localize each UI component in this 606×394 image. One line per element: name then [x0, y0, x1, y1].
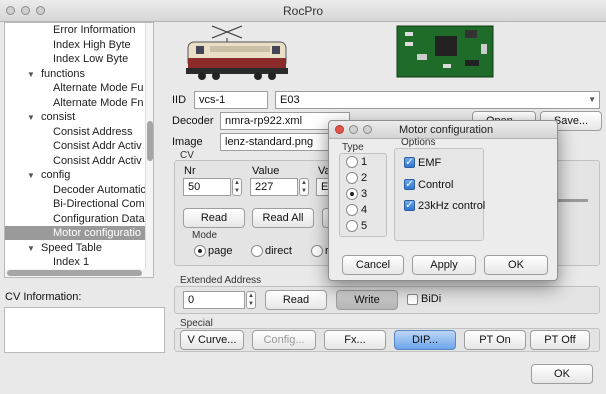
dialog-minimize-icon[interactable] — [349, 125, 358, 134]
type-2-radio[interactable] — [346, 172, 358, 184]
image-label: Image — [172, 136, 203, 148]
type-5-radio[interactable] — [346, 220, 358, 232]
emf-checkbox[interactable]: ✓ — [404, 157, 415, 168]
tree-horizontal-scrollbar[interactable] — [5, 269, 147, 277]
23khz-control-checkbox[interactable]: ✓ — [404, 200, 415, 211]
tree-item[interactable]: config — [41, 168, 70, 182]
v-curve-button[interactable]: V Curve... — [180, 330, 244, 350]
tree-item[interactable]: Alternate Mode Fn — [53, 96, 144, 110]
nr-stepper[interactable]: ▲ ▼ — [232, 178, 242, 196]
cv-tree[interactable]: Error Information Index High Byte Index Lo… — [4, 22, 154, 278]
mode-page-radio[interactable] — [194, 245, 206, 257]
type-5-label: 5 — [361, 220, 368, 232]
window-title: RocPro — [282, 4, 323, 18]
nr-field[interactable]: 50 — [183, 178, 231, 196]
tree-item[interactable]: Speed Table — [41, 241, 102, 255]
cv-read-button[interactable]: Read — [183, 208, 245, 228]
disclosure-triangle-icon[interactable]: ▼ — [27, 171, 35, 180]
extended-address-field[interactable]: 0 — [183, 291, 245, 309]
tree-item[interactable]: Configuration Data — [53, 212, 145, 226]
tree-item[interactable]: Bi-Directional Com — [53, 197, 145, 211]
tree-item[interactable]: Decoder Automatic — [53, 183, 146, 197]
mode-direct-label: direct — [265, 245, 292, 257]
fx-button[interactable]: Fx... — [324, 330, 386, 350]
cv-read-all-button[interactable]: Read All — [252, 208, 314, 228]
loco-select-value: E03 — [280, 94, 300, 106]
cv-information-label: CV Information: — [5, 291, 82, 303]
value-label: Value — [252, 165, 280, 177]
dialog-cancel-button[interactable]: Cancel — [342, 255, 404, 275]
pt-on-button[interactable]: PT On — [464, 330, 526, 350]
dialog-zoom-icon[interactable] — [363, 125, 372, 134]
loco-photo — [182, 24, 292, 84]
type-label: Type — [342, 142, 364, 153]
dialog-title: Motor configuration — [399, 124, 494, 136]
tree-item-selected[interactable]: Motor configuratio — [5, 226, 149, 240]
extended-read-button[interactable]: Read — [265, 290, 327, 310]
23khz-control-label: 23kHz control — [418, 200, 486, 212]
decoder-photo — [395, 24, 495, 79]
main-ok-button[interactable]: OK — [531, 364, 593, 384]
iid-label: IID — [172, 94, 187, 106]
dialog-title-bar: Motor configuration — [329, 121, 557, 139]
extended-address-stepper[interactable]: ▲ ▼ — [246, 291, 256, 309]
tree-vertical-scrollbar[interactable] — [145, 23, 153, 277]
tree-item[interactable]: Error Information — [53, 23, 136, 37]
tree-item[interactable]: Consist Addr Activ — [53, 154, 142, 168]
type-2-label: 2 — [361, 172, 368, 184]
control-checkbox[interactable]: ✓ — [404, 179, 415, 190]
cv-slider-track[interactable] — [558, 199, 588, 202]
iid-field[interactable]: vcs-1 — [194, 91, 268, 109]
type-4-label: 4 — [361, 204, 368, 216]
tree-vertical-thumb[interactable] — [147, 121, 153, 161]
control-label: Control — [418, 179, 454, 191]
options-label: Options — [401, 137, 436, 148]
disclosure-triangle-icon[interactable]: ▼ — [27, 244, 35, 253]
extended-write-button[interactable]: Write — [336, 290, 398, 310]
decoder-label: Decoder — [172, 115, 214, 127]
tree-item[interactable]: consist — [41, 110, 75, 124]
type-4-radio[interactable] — [346, 204, 358, 216]
tree-item[interactable]: functions — [41, 67, 85, 81]
nr-label: Nr — [184, 165, 196, 177]
title-bar: RocPro — [0, 0, 606, 22]
tree-horizontal-thumb[interactable] — [7, 270, 142, 276]
dialog-apply-button[interactable]: Apply — [412, 255, 476, 275]
tree-item[interactable]: Consist Addr Activ — [53, 139, 142, 153]
motor-configuration-dialog: Motor configuration Type 1 2 3 4 5 Optio… — [328, 120, 558, 281]
pt-off-button[interactable]: PT Off — [530, 330, 590, 350]
bidi-checkbox[interactable] — [407, 294, 418, 305]
cv-information-area[interactable] — [4, 307, 165, 353]
disclosure-triangle-icon[interactable]: ▼ — [27, 70, 35, 79]
value-field[interactable]: 227 — [250, 178, 298, 196]
type-1-radio[interactable] — [346, 156, 358, 168]
tree-item[interactable]: Index High Byte — [53, 38, 131, 52]
config-button[interactable]: Config... — [252, 330, 316, 350]
tree-item[interactable]: Alternate Mode Fu — [53, 81, 144, 95]
emf-label: EMF — [418, 157, 442, 169]
type-1-label: 1 — [361, 156, 368, 168]
mode-page-label: page — [208, 245, 233, 257]
mode-r-radio[interactable] — [311, 245, 323, 257]
dip-button[interactable]: DIP... — [394, 330, 456, 350]
chevron-down-icon[interactable]: ▼ — [588, 92, 596, 108]
disclosure-triangle-icon[interactable]: ▼ — [27, 113, 35, 122]
tree-item[interactable]: Consist Address — [53, 125, 132, 139]
type-3-radio[interactable] — [346, 188, 358, 200]
loco-select[interactable]: E03 ▼ — [275, 91, 600, 109]
value-stepper[interactable]: ▲ ▼ — [299, 178, 309, 196]
tree-item[interactable]: Index 1 — [53, 255, 89, 269]
dialog-ok-button[interactable]: OK — [484, 255, 548, 275]
tree-item[interactable]: Index Low Byte — [53, 52, 128, 66]
mode-direct-radio[interactable] — [251, 245, 263, 257]
bidi-label: BiDi — [421, 293, 442, 305]
extended-address-label: Extended Address — [180, 275, 262, 286]
type-3-label: 3 — [361, 188, 368, 200]
dialog-close-icon[interactable] — [335, 125, 344, 134]
mode-label: Mode — [192, 230, 218, 241]
